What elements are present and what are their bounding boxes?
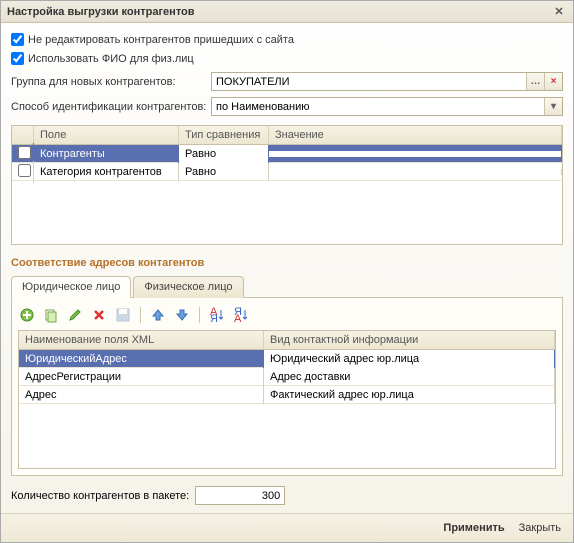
tab-person[interactable]: Физическое лицо (133, 276, 243, 298)
row-info: Фактический адрес юр.лица (264, 386, 555, 404)
group-label: Группа для новых контрагентов: (11, 76, 211, 88)
clear-icon[interactable]: × (544, 73, 562, 90)
comp-column-header: Тип сравнения (179, 126, 269, 144)
footer: Применить Закрыть (1, 513, 573, 542)
row-comp: Равно (179, 163, 269, 181)
tabs: Юридическое лицо Физическое лицо (11, 275, 563, 298)
table-row[interactable]: Адрес Фактический адрес юр.лица (19, 386, 555, 404)
section-title: Соответствие адресов контагентов (11, 257, 563, 269)
add-icon[interactable] (18, 306, 36, 324)
row-xml: АдресРегистрации (19, 368, 264, 386)
toolbar-separator (140, 307, 141, 323)
info-column-header: Вид контактной информации (264, 331, 555, 349)
table-row[interactable]: АдресРегистрации Адрес доставки (19, 368, 555, 386)
ellipsis-button[interactable]: … (526, 73, 544, 90)
checkbox-no-edit[interactable]: Не редактировать контрагентов пришедших … (11, 33, 563, 46)
titlebar: Настройка выгрузки контрагентов ✕ (1, 1, 573, 23)
table-row[interactable]: ЮридическийАдрес Юридический адрес юр.ли… (19, 350, 555, 368)
table-row[interactable]: Категория контрагентов Равно (12, 163, 562, 181)
ident-label: Способ идентификации контрагентов: (11, 101, 211, 113)
tab-legal[interactable]: Юридическое лицо (11, 276, 131, 298)
xml-column-header: Наименование поля XML (19, 331, 264, 349)
window-title: Настройка выгрузки контрагентов (7, 6, 195, 18)
address-grid-header: Наименование поля XML Вид контактной инф… (19, 331, 555, 350)
checkbox-no-edit-label: Не редактировать контрагентов пришедших … (28, 34, 294, 46)
move-up-icon[interactable] (149, 306, 167, 324)
ident-input[interactable] (212, 98, 544, 115)
checkbox-use-fio-label: Использовать ФИО для физ.лиц (28, 53, 194, 65)
row-xml: ЮридическийАдрес (19, 350, 264, 368)
row-field: Категория контрагентов (34, 163, 179, 181)
copy-icon[interactable] (42, 306, 60, 324)
checkbox-use-fio-input[interactable] (11, 52, 24, 65)
delete-icon[interactable] (90, 306, 108, 324)
svg-text:А: А (234, 313, 242, 323)
close-button[interactable]: Закрыть (519, 522, 561, 534)
field-column-header: Поле (34, 126, 179, 144)
row-info: Юридический адрес юр.лица (264, 350, 555, 368)
close-icon[interactable]: ✕ (551, 4, 567, 20)
dialog-window: Настройка выгрузки контрагентов ✕ Не ред… (0, 0, 574, 543)
apply-button[interactable]: Применить (443, 522, 504, 534)
batch-input[interactable] (195, 486, 285, 505)
row-val (269, 151, 562, 157)
toolbar-separator (199, 307, 200, 323)
row-checkbox[interactable] (12, 161, 34, 183)
toolbar: АЯ ЯА (18, 304, 556, 330)
ident-input-group: ▾ (211, 97, 563, 116)
edit-icon[interactable] (66, 306, 84, 324)
move-down-icon[interactable] (173, 306, 191, 324)
row-xml: Адрес (19, 386, 264, 404)
checkbox-no-edit-input[interactable] (11, 33, 24, 46)
address-grid: Наименование поля XML Вид контактной инф… (18, 330, 556, 469)
row-field: Контрагенты (34, 145, 179, 163)
checkbox-use-fio[interactable]: Использовать ФИО для физ.лиц (11, 52, 563, 65)
group-input[interactable] (212, 73, 526, 90)
group-input-group: … × (211, 72, 563, 91)
ident-row: Способ идентификации контрагентов: ▾ (11, 97, 563, 116)
filter-grid-header: Поле Тип сравнения Значение (12, 126, 562, 145)
batch-row: Количество контрагентов в пакете: (11, 486, 563, 505)
filter-grid: Поле Тип сравнения Значение Контрагенты … (11, 125, 563, 245)
table-row[interactable]: Контрагенты Равно (12, 145, 562, 163)
sort-desc-icon[interactable]: ЯА (232, 306, 250, 324)
tab-body: АЯ ЯА Наименование поля XML Вид контактн… (11, 298, 563, 476)
save-icon[interactable] (114, 306, 132, 324)
content-area: Не редактировать контрагентов пришедших … (1, 23, 573, 513)
batch-label: Количество контрагентов в пакете: (11, 490, 189, 502)
svg-text:Я: Я (210, 313, 218, 323)
dropdown-icon[interactable]: ▾ (544, 98, 562, 115)
group-row: Группа для новых контрагентов: … × (11, 72, 563, 91)
checkbox-column-header (12, 126, 34, 144)
row-info: Адрес доставки (264, 368, 555, 386)
row-comp: Равно (179, 145, 269, 163)
sort-asc-icon[interactable]: АЯ (208, 306, 226, 324)
val-column-header: Значение (269, 126, 562, 144)
row-val (269, 169, 562, 175)
